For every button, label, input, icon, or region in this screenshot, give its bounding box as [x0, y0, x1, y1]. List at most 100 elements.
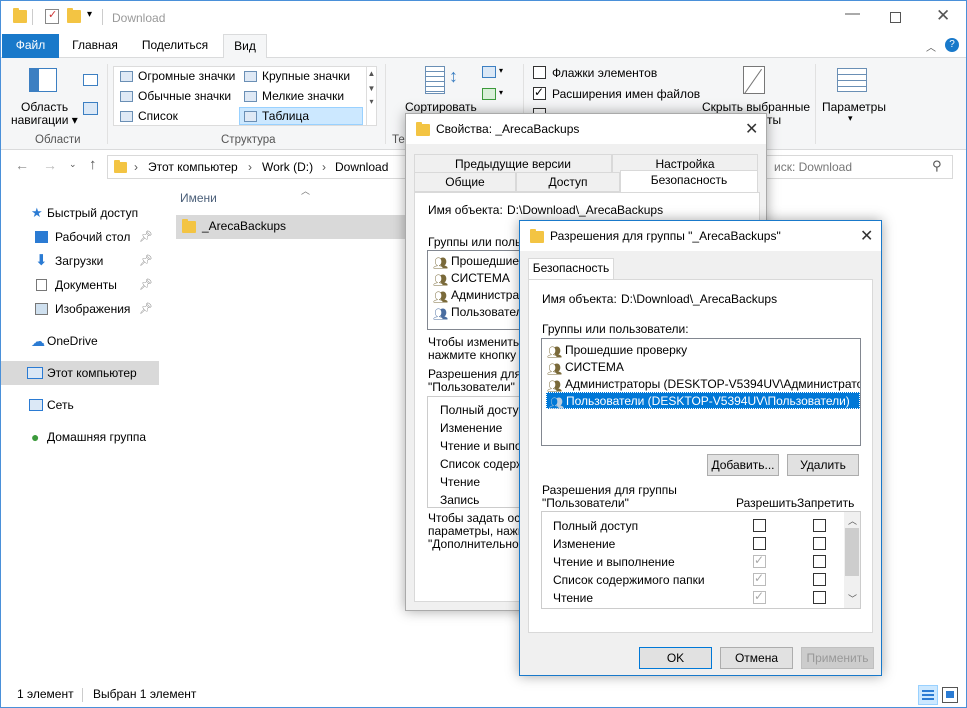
list-item[interactable]: 👥︎ Пользователи: [431, 304, 526, 321]
pin-icon[interactable]: 📌︎: [139, 297, 153, 321]
users-list[interactable]: 👥︎ Прошедшие п 👥︎ СИСТЕМА 👥︎ Администрат 👥︎…: [427, 250, 527, 330]
users-list[interactable]: 👥︎ Прошедшие проверку 👥︎ СИСТЕМА 👥︎ Админис…: [541, 338, 861, 446]
search-icon[interactable]: ⚲: [932, 158, 942, 174]
hide-selected-icon[interactable]: [743, 66, 765, 95]
quick-access-dropdown-icon[interactable]: ▾: [87, 9, 92, 20]
forward-icon[interactable]: →: [43, 157, 57, 173]
navigation-pane-icon[interactable]: [29, 68, 57, 92]
address-box[interactable]: › Этот компьютер › Work (D:) › Download: [107, 155, 407, 179]
collapse-ribbon-icon[interactable]: ︿: [926, 39, 936, 54]
list-item[interactable]: 👥︎ Администрат: [431, 287, 524, 304]
tab-file[interactable]: Файл: [2, 34, 59, 58]
back-icon[interactable]: ←: [15, 157, 29, 173]
preview-pane-icon[interactable]: [83, 74, 98, 86]
maximize-button[interactable]: [890, 12, 901, 23]
list-item[interactable]: 👥︎ Прошедшие проверку: [545, 342, 687, 359]
nav-network[interactable]: Сеть: [1, 393, 159, 417]
tab-view[interactable]: Вид: [223, 34, 267, 59]
tab-home[interactable]: Главная: [63, 34, 127, 58]
deny-modify-checkbox[interactable]: [813, 537, 826, 550]
column-header-name[interactable]: Имени: [180, 191, 217, 205]
close-button[interactable]: ✕: [860, 226, 873, 246]
ok-button[interactable]: OK: [639, 647, 712, 669]
nav-this-pc[interactable]: Этот компьютер: [1, 361, 159, 385]
breadcrumb-this-pc[interactable]: Этот компьютер: [148, 160, 238, 174]
close-button[interactable]: ✕: [936, 6, 950, 26]
list-item[interactable]: 👥︎ СИСТЕМА: [545, 359, 624, 376]
pin-icon[interactable]: 📌︎: [139, 273, 153, 297]
allow-full-control-checkbox[interactable]: [753, 519, 766, 532]
sort-button[interactable]: Сортировать: [405, 100, 477, 114]
details-pane-icon[interactable]: [83, 102, 98, 115]
layout-large-icons[interactable]: Крупные значки: [240, 68, 362, 86]
add-button[interactable]: Добавить...: [707, 454, 779, 476]
help-icon[interactable]: ?: [945, 38, 959, 52]
deny-read-execute-checkbox[interactable]: [813, 555, 826, 568]
breadcrumb-separator[interactable]: ›: [134, 160, 138, 174]
nav-downloads[interactable]: ⬇ Загрузки 📌︎: [1, 249, 159, 273]
permissions-scrollbar[interactable]: ︿ ﹀: [844, 512, 860, 608]
layout-gallery-scroll[interactable]: ▲ ▼ ▾: [366, 67, 376, 125]
item-checkboxes-checkbox[interactable]: [533, 66, 546, 79]
options-icon[interactable]: [837, 68, 867, 92]
minimize-button[interactable]: —: [845, 5, 860, 22]
layout-medium-icons[interactable]: Обычные значки: [116, 88, 238, 106]
up-icon[interactable]: ↑: [89, 156, 97, 173]
tab-sharing[interactable]: Доступ: [516, 172, 620, 192]
allow-modify-checkbox[interactable]: [753, 537, 766, 550]
deny-write-checkbox[interactable]: [813, 608, 826, 609]
file-extensions-checkbox[interactable]: [533, 85, 546, 100]
layout-details[interactable]: Таблица: [239, 107, 363, 125]
tab-security[interactable]: Безопасность: [528, 258, 614, 280]
new-folder-icon[interactable]: [67, 8, 81, 23]
nav-pictures[interactable]: Изображения 📌︎: [1, 297, 159, 321]
hide-selected-label-2[interactable]: ты: [767, 113, 781, 127]
breadcrumb-separator[interactable]: ›: [322, 160, 326, 174]
remove-button[interactable]: Удалить: [787, 454, 859, 476]
navigation-pane-label-1[interactable]: Область: [21, 100, 68, 114]
list-item-selected[interactable]: 👥︎ Пользователи (DESKTOP-V5394UV\Пользова…: [546, 392, 860, 410]
nav-quick-access[interactable]: ★ Быстрый доступ: [1, 201, 159, 225]
deny-full-control-checkbox[interactable]: [813, 519, 826, 532]
group-by-icon[interactable]: [482, 66, 496, 78]
dropdown-icon[interactable]: ▾: [499, 66, 503, 75]
list-item[interactable]: 👥︎ Прошедшие п: [431, 253, 526, 270]
nav-onedrive[interactable]: ☁ OneDrive: [1, 329, 159, 353]
navigation-pane-label-2[interactable]: навигации ▾: [11, 113, 78, 127]
apply-button[interactable]: Применить: [801, 647, 874, 669]
deny-list-folder-checkbox[interactable]: [813, 573, 826, 586]
layout-small-icons[interactable]: Мелкие значки: [240, 88, 362, 106]
sort-icon[interactable]: [425, 66, 445, 94]
layout-list[interactable]: Список: [116, 108, 238, 126]
cancel-button[interactable]: Отмена: [720, 647, 793, 669]
nav-desktop[interactable]: Рабочий стол 📌︎: [1, 225, 159, 249]
nav-homegroup[interactable]: ● Домашняя группа: [1, 425, 159, 449]
scroll-up-icon[interactable]: ︿: [848, 514, 857, 527]
list-item[interactable]: 👥︎ СИСТЕМА: [431, 270, 510, 287]
pin-icon[interactable]: 📌︎: [139, 225, 153, 249]
add-columns-icon[interactable]: [482, 88, 496, 100]
large-icons-view-icon[interactable]: [942, 687, 958, 703]
file-row[interactable]: _ArecaBackups: [176, 215, 408, 239]
scrollbar-thumb[interactable]: [845, 528, 859, 576]
recent-locations-icon[interactable]: ⌄: [69, 159, 77, 170]
details-view-icon[interactable]: [918, 685, 938, 705]
options-dropdown-icon[interactable]: ▾: [848, 113, 853, 124]
hide-selected-label-1[interactable]: Скрыть выбранные: [702, 100, 810, 114]
breadcrumb-separator[interactable]: ›: [248, 160, 252, 174]
nav-documents[interactable]: Документы 📌︎: [1, 273, 159, 297]
properties-icon[interactable]: ✓: [45, 9, 59, 24]
breadcrumb-download[interactable]: Download: [335, 160, 388, 174]
tab-security[interactable]: Безопасность: [620, 170, 758, 193]
close-button[interactable]: ✕: [745, 119, 758, 139]
list-item[interactable]: 👥︎ Администраторы (DESKTOP-V5394UV\Админи…: [545, 376, 860, 393]
breadcrumb-drive[interactable]: Work (D:): [262, 160, 313, 174]
pin-icon[interactable]: 📌︎: [139, 249, 153, 273]
tab-share[interactable]: Поделиться: [133, 34, 217, 58]
tab-previous-versions[interactable]: Предыдущие версии: [414, 154, 612, 174]
tab-general[interactable]: Общие: [414, 172, 516, 192]
options-button[interactable]: Параметры: [822, 100, 886, 114]
search-input[interactable]: иск: Download ⚲: [763, 155, 953, 179]
dropdown-icon[interactable]: ▾: [499, 88, 503, 97]
scroll-down-icon[interactable]: ﹀: [848, 592, 857, 605]
